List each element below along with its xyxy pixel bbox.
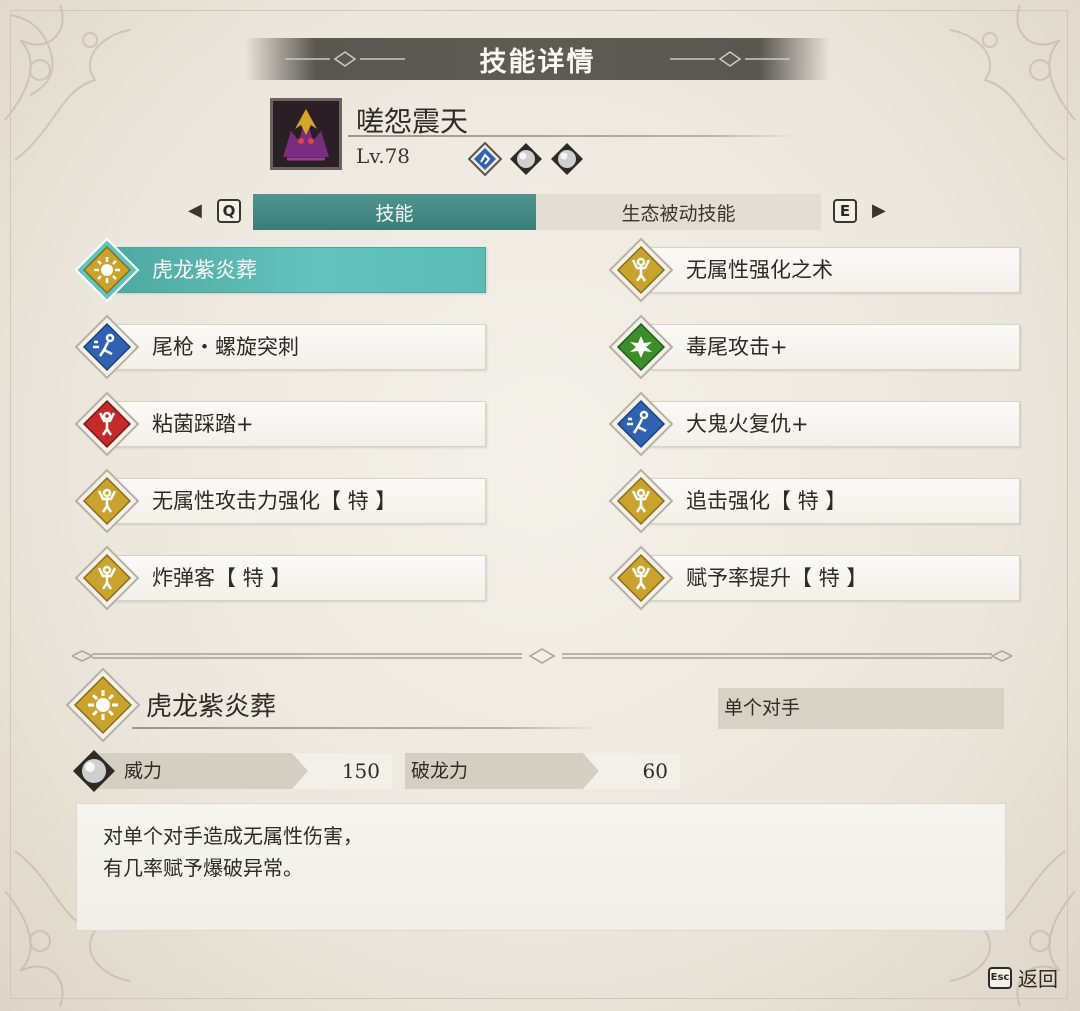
skill-label: 赋予率提升【 特 】	[686, 566, 868, 590]
monster-level: Lv.78	[356, 144, 411, 168]
skill-item-poison-tail[interactable]: 毒尾攻击+	[608, 314, 1020, 380]
skill-label: 无属性强化之术	[686, 258, 833, 282]
skill-description: 对单个对手造成无属性伤害， 有几率赋予爆破异常。	[76, 803, 1006, 931]
tab-prev-key[interactable]: Q	[217, 199, 241, 223]
power-strike-icon	[72, 389, 142, 459]
technical-kick-icon	[606, 389, 676, 459]
skill-item-slime-stomp[interactable]: 粘菌踩踏+	[74, 391, 486, 457]
title-ornament	[285, 51, 405, 67]
kinship-value: 60	[642, 759, 668, 783]
back-button[interactable]: Esc 返回	[988, 963, 1058, 992]
passive-buff-icon	[606, 543, 676, 613]
monster-name: 嗟怨震天	[356, 105, 469, 138]
section-divider	[70, 645, 1014, 667]
skill-item-ailment-rate-up[interactable]: 赋予率提升【 特 】	[608, 545, 1020, 611]
passive-buff-icon	[72, 466, 142, 536]
skill-item-tiger-dragon-purple-flame[interactable]: 虎龙紫炎葬	[74, 237, 486, 303]
gene-slot-blue-icon[interactable]	[467, 141, 503, 177]
gene-slot-empty-icon[interactable]	[550, 142, 584, 176]
skill-item-non-elem-attack-up[interactable]: 无属性攻击力强化【 特 】	[74, 468, 486, 534]
skill-label: 毒尾攻击+	[686, 335, 788, 359]
power-orb-icon	[72, 749, 116, 793]
corner-ornament	[890, 0, 1080, 190]
detail-underline	[132, 727, 602, 729]
name-underline	[348, 135, 798, 137]
target-badge: 单个对手	[718, 688, 1004, 729]
skill-item-non-elem-boost[interactable]: 无属性强化之术	[608, 237, 1020, 303]
gene-slot-empty-icon[interactable]	[509, 142, 543, 176]
tab-next-arrow-icon[interactable]: ▶	[872, 200, 886, 221]
power-stat: 威力 150	[94, 753, 392, 789]
title-banner: 技能详情	[245, 38, 830, 80]
tab-prev-arrow-icon[interactable]: ◀	[188, 200, 202, 221]
skill-item-tail-spear[interactable]: 尾枪・螺旋突刺	[74, 314, 486, 380]
kinship-label: 破龙力	[411, 760, 469, 782]
tab-skills[interactable]: 技能	[253, 194, 536, 230]
description-line: 对单个对手造成无属性伤害，	[103, 824, 363, 848]
monster-portrait	[270, 98, 342, 170]
poison-burst-icon	[606, 312, 676, 382]
esc-key-icon: Esc	[988, 966, 1012, 989]
skill-label: 粘菌踩踏+	[152, 412, 254, 436]
tab-bar: 技能 生态被动技能	[253, 194, 821, 230]
title-ornament	[670, 51, 790, 67]
detail-burst-icon	[64, 666, 142, 744]
skill-label: 大鬼火复仇+	[686, 412, 809, 436]
corner-ornament	[0, 0, 190, 190]
skill-label: 尾枪・螺旋突刺	[152, 335, 299, 359]
passive-buff-icon	[606, 466, 676, 536]
kinship-stat: 破龙力 60	[405, 753, 680, 789]
burst-icon	[72, 235, 142, 305]
power-label: 威力	[124, 760, 163, 782]
power-value: 150	[341, 759, 380, 783]
tab-next-key[interactable]: E	[833, 199, 857, 223]
back-label: 返回	[1018, 967, 1058, 991]
skill-item-follow-up-boost[interactable]: 追击强化【 特 】	[608, 468, 1020, 534]
skill-label: 无属性攻击力强化【 特 】	[152, 489, 397, 513]
tab-eco-passive-skills[interactable]: 生态被动技能	[536, 194, 821, 230]
skill-label: 追击强化【 特 】	[686, 489, 847, 513]
skill-item-bomber[interactable]: 炸弹客【 特 】	[74, 545, 486, 611]
skill-label: 虎龙紫炎葬	[152, 258, 257, 282]
technical-kick-icon	[72, 312, 142, 382]
detail-skill-name: 虎龙紫炎葬	[146, 692, 277, 722]
skill-label: 炸弹客【 特 】	[152, 566, 292, 590]
page-title: 技能详情	[479, 46, 596, 78]
passive-buff-icon	[72, 543, 142, 613]
skill-item-wisp-revenge[interactable]: 大鬼火复仇+	[608, 391, 1020, 457]
description-line: 有几率赋予爆破异常。	[103, 856, 303, 880]
passive-buff-icon	[606, 235, 676, 305]
